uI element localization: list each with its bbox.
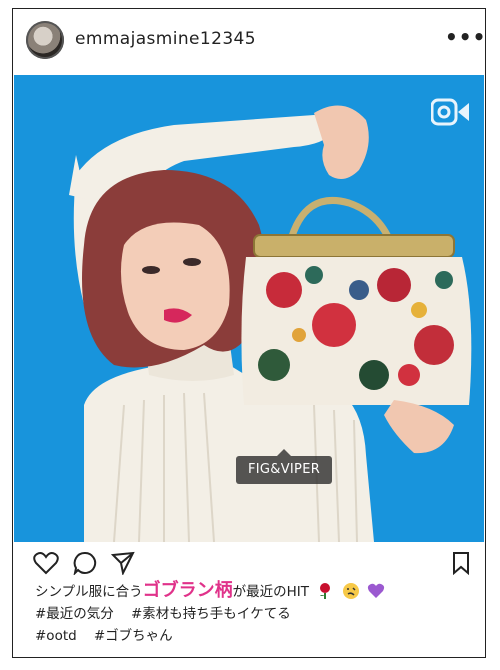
- username[interactable]: emmajasmine12345: [75, 29, 256, 49]
- caption-text-post: が最近のHIT: [232, 584, 309, 600]
- caption-text: シンプル服に合う: [35, 584, 143, 600]
- instagram-post-card: emmajasmine12345 ••• FIG&VIPER シンプル服に合うゴ…: [12, 8, 486, 658]
- hashtags-line-3: #ootd #ゴブちゃん: [35, 625, 475, 647]
- heart-icon[interactable]: [33, 551, 59, 579]
- action-bar: [13, 543, 485, 581]
- post-header: emmajasmine12345 •••: [13, 9, 485, 73]
- comment-icon[interactable]: [73, 551, 97, 579]
- hashtag-link[interactable]: #ゴブちゃん: [94, 628, 173, 644]
- caption-line-1: シンプル服に合うゴブラン柄が最近のHIT: [35, 579, 475, 603]
- bookmark-icon[interactable]: [451, 551, 471, 579]
- caption: シンプル服に合うゴブラン柄が最近のHIT #最近の気分 #素材も持ち手もイケてる…: [35, 579, 475, 647]
- woozy-face-emoji: [342, 582, 360, 608]
- share-icon[interactable]: [110, 551, 135, 579]
- purple-heart-emoji: [367, 582, 385, 608]
- more-horizontal-icon[interactable]: •••: [445, 27, 485, 51]
- hashtags-line-2: #最近の気分 #素材も持ち手もイケてる: [35, 603, 475, 625]
- hashtag-link[interactable]: #最近の気分: [35, 606, 114, 622]
- hashtag-link[interactable]: #ootd: [35, 628, 77, 644]
- post-photo[interactable]: FIG&VIPER: [14, 75, 484, 542]
- caption-highlight: ゴブラン柄: [142, 580, 233, 601]
- avatar[interactable]: [26, 21, 64, 59]
- rose-emoji: [316, 582, 334, 608]
- product-tag[interactable]: FIG&VIPER: [236, 449, 333, 484]
- hashtag-link[interactable]: #素材も持ち手もイケてる: [131, 606, 291, 622]
